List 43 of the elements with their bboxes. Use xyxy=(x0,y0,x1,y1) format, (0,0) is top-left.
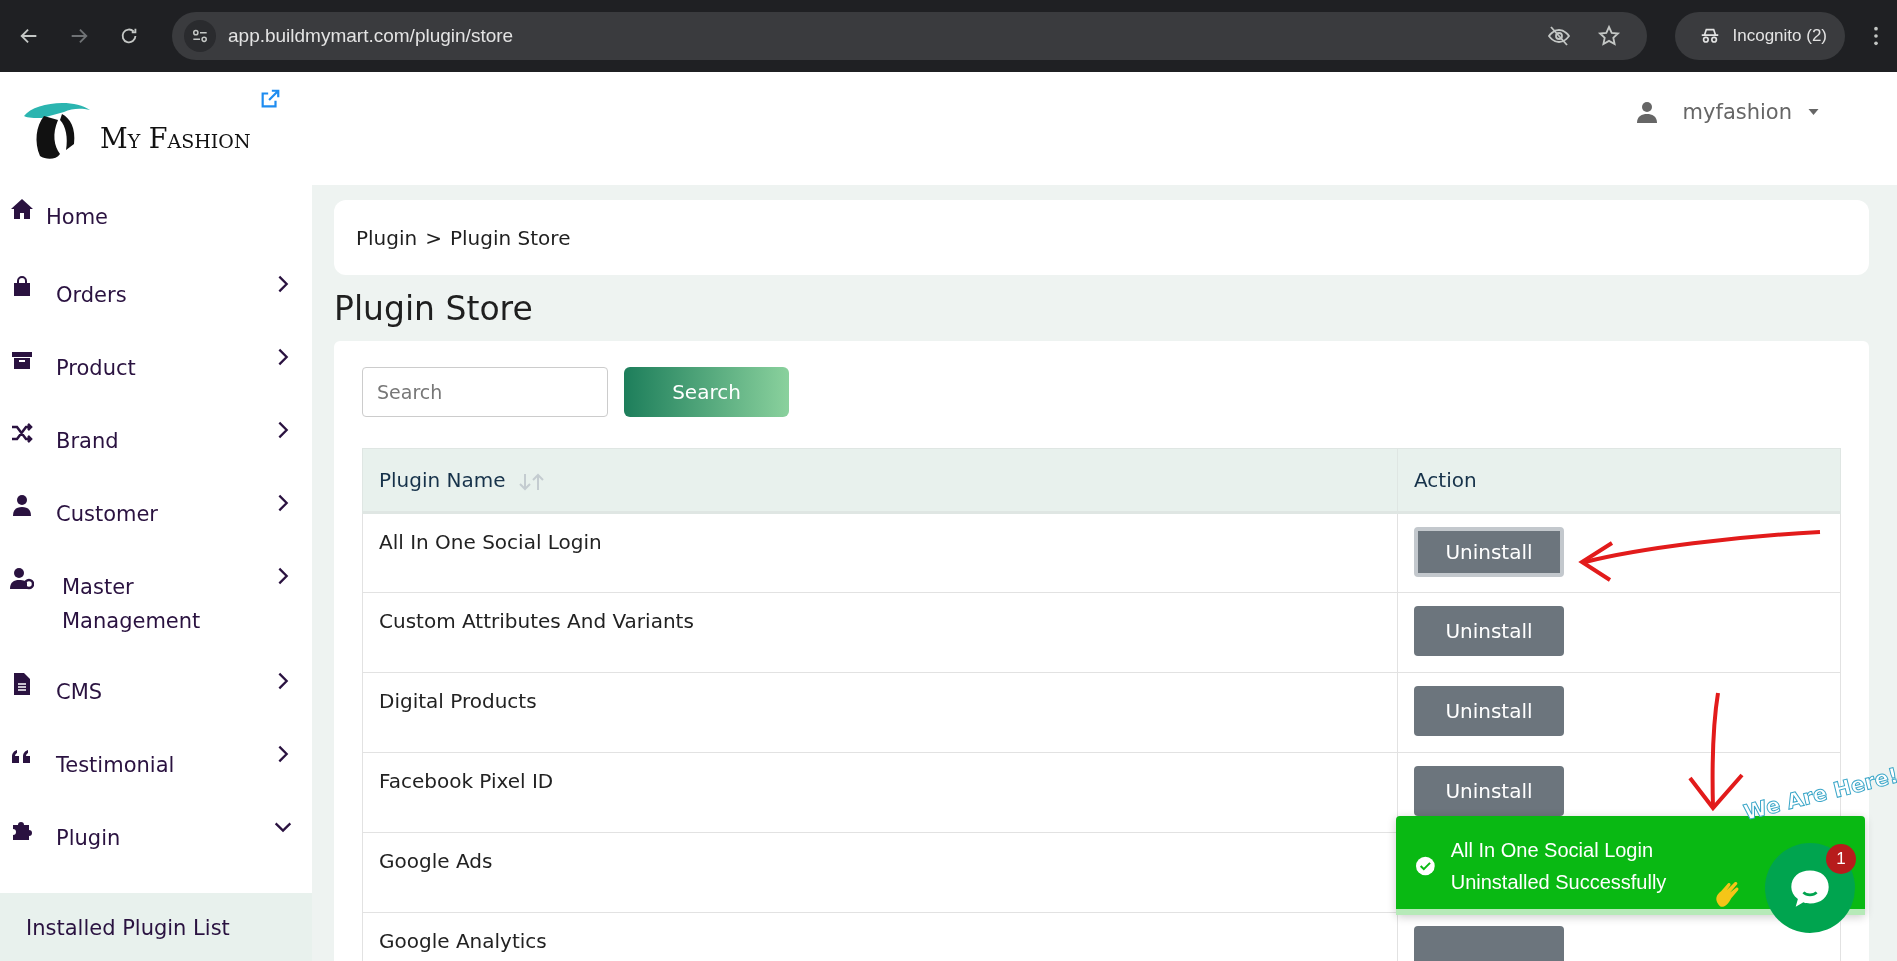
chat-tagline: We Are Here! xyxy=(1741,763,1897,825)
sidebar-item[interactable]: Master Management xyxy=(0,565,312,670)
uninstall-button[interactable]: Uninstall xyxy=(1414,686,1564,736)
uninstall-button[interactable]: Uninstall xyxy=(1414,606,1564,656)
home-icon xyxy=(10,197,34,221)
sidebar-item[interactable]: Brand xyxy=(0,419,312,492)
page-title: Plugin Store xyxy=(334,288,534,330)
user-icon xyxy=(10,494,34,518)
sidebar-subitem[interactable]: Installed Plugin List xyxy=(0,893,312,961)
search-field[interactable]: Search xyxy=(362,367,608,417)
breadcrumb-item[interactable]: Plugin xyxy=(356,225,418,250)
toast-message: All In One Social Login Uninstalled Successfully xyxy=(1450,837,1668,895)
breadcrumb-item: Plugin Store xyxy=(450,225,571,250)
table-cell: Google Analytics xyxy=(362,912,1398,961)
table-cell: All In One Social Login xyxy=(362,512,1398,593)
sidebar-item[interactable]: CMS xyxy=(0,670,312,743)
eye-off-icon[interactable] xyxy=(1546,24,1571,48)
star-icon[interactable] xyxy=(1596,24,1621,48)
user-icon xyxy=(1634,100,1659,124)
table-cell: Digital Products xyxy=(362,672,1398,753)
incognito-button[interactable]: Incognito (2) xyxy=(1674,12,1845,60)
site-settings-icon xyxy=(184,20,216,52)
breadcrumb-separator: > xyxy=(425,225,442,250)
sidebar-item[interactable]: Home xyxy=(0,195,312,273)
user-gear-icon xyxy=(10,567,34,591)
shuffle-icon xyxy=(10,421,34,445)
uninstall-button[interactable]: Uninstall xyxy=(1414,766,1564,816)
table-cell: Facebook Pixel ID xyxy=(362,752,1398,833)
sidebar-item[interactable]: Testimonial xyxy=(0,743,312,816)
table-cell: Custom Attributes And Variants xyxy=(362,592,1398,673)
sidebar-item[interactable]: Orders xyxy=(0,273,312,346)
caret-icon xyxy=(1808,109,1819,115)
uninstall-button[interactable]: Uninstall xyxy=(1414,527,1564,577)
brand-name: My Fashion xyxy=(100,122,251,154)
sidebar-item[interactable]: Product xyxy=(0,346,312,419)
sidebar-item[interactable]: Plugin xyxy=(0,816,312,889)
column-header[interactable]: Plugin Name xyxy=(362,448,1398,513)
user-menu[interactable]: myfashion xyxy=(1634,100,1819,124)
column-header: Action xyxy=(1397,448,1841,513)
address-bar[interactable]: app.buildmymart.com/plugin/store xyxy=(172,12,1647,60)
sidebar-item[interactable]: Customer xyxy=(0,492,312,565)
more-menu-icon[interactable] xyxy=(1873,25,1879,47)
url-text: app.buildmymart.com/plugin/store xyxy=(228,25,514,47)
